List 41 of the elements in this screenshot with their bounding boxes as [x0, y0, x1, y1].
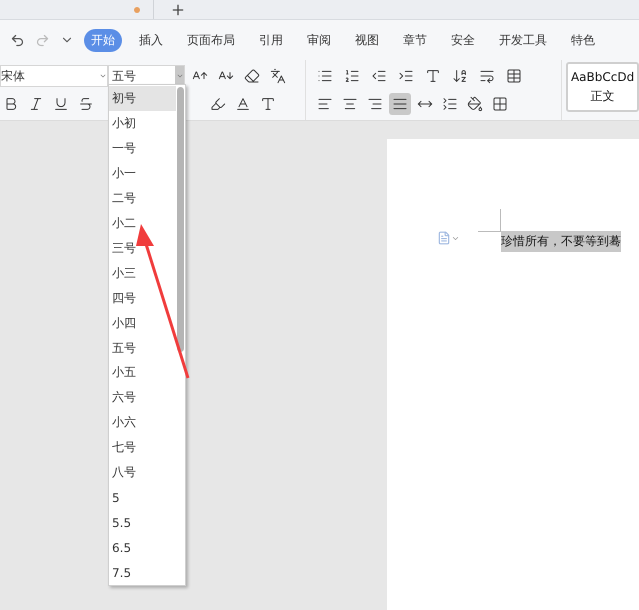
style-sample: AaBbCcDd — [570, 70, 634, 84]
ribbon-tab[interactable]: 开发工具 — [492, 28, 554, 52]
ribbon-tab[interactable]: 页面布局 — [180, 28, 242, 52]
new-tab-icon[interactable] — [170, 2, 186, 18]
style-preview[interactable]: AaBbCcDd 正文 — [566, 62, 639, 112]
font-size-option[interactable]: 小三 — [109, 260, 176, 286]
font-size-option[interactable]: 七号 — [109, 435, 176, 460]
ribbon-tab[interactable]: 插入 — [132, 28, 170, 52]
margin-corner-mark — [478, 209, 501, 232]
font-size-option[interactable]: 小初 — [109, 110, 176, 136]
font-size-option[interactable]: 五号 — [109, 336, 176, 360]
font-size-option[interactable]: 小五 — [109, 360, 176, 386]
ribbon-tab[interactable]: 特色 — [564, 28, 602, 52]
font-size-option[interactable]: 三号 — [109, 236, 176, 261]
selected-text: 珍惜所有，不要等到蓦 — [501, 231, 621, 252]
undo-icon[interactable] — [10, 32, 25, 48]
ribbon-tab[interactable]: 安全 — [444, 28, 482, 52]
font-size-option[interactable]: 7.5 — [109, 560, 176, 586]
ribbon-tab[interactable]: 视图 — [348, 28, 386, 52]
font-size-option[interactable]: 小一 — [109, 160, 176, 186]
font-size-option[interactable]: 5 — [109, 485, 176, 510]
font-size-option[interactable]: 小四 — [109, 310, 176, 336]
ribbon-tab[interactable]: 章节 — [396, 28, 434, 52]
font-size-option[interactable]: 二号 — [109, 186, 176, 211]
font-size-option[interactable]: 八号 — [109, 460, 176, 486]
font-size-option[interactable]: 一号 — [109, 136, 176, 161]
ribbon-tab[interactable]: 审阅 — [300, 28, 338, 52]
style-name: 正文 — [590, 88, 615, 104]
ribbon-tab[interactable]: 引用 — [252, 28, 290, 52]
scrollbar-thumb[interactable] — [177, 87, 184, 352]
caret-icon[interactable] — [176, 72, 184, 80]
font-size-option[interactable]: 5.5 — [109, 510, 176, 536]
unsaved-dot-icon — [134, 6, 140, 12]
font-size-option[interactable]: 小二 — [109, 210, 176, 236]
font-size-option[interactable]: 初号 — [109, 86, 176, 111]
font-size-option[interactable]: 四号 — [109, 286, 176, 311]
font-family-field[interactable]: 宋体 — [0, 65, 108, 87]
caret-icon[interactable] — [98, 72, 106, 80]
font-size-option[interactable]: 小六 — [109, 410, 176, 436]
font-size-option[interactable]: 六号 — [109, 385, 176, 410]
font-size-option[interactable]: 6.5 — [109, 535, 176, 560]
